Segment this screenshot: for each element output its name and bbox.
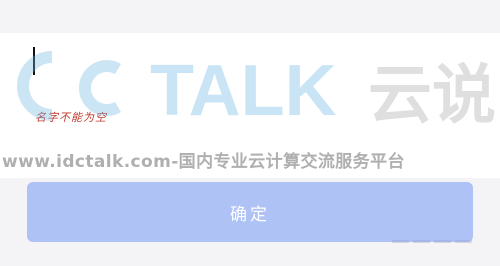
confirm-button[interactable]: 确定 [27, 182, 473, 242]
top-spacer [0, 0, 500, 33]
text-caret [33, 47, 35, 75]
name-card: 名字不能为空 [0, 33, 500, 178]
footer-watermark [392, 238, 472, 244]
name-error-hint: 名字不能为空 [35, 111, 107, 124]
name-input[interactable] [30, 45, 470, 79]
